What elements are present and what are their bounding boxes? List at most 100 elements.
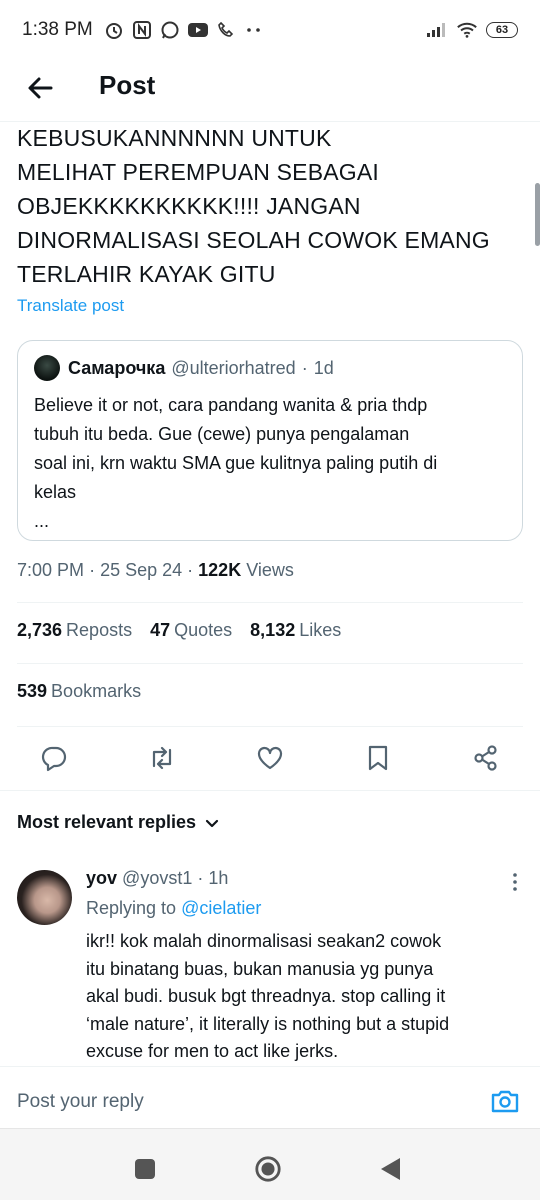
divider	[0, 790, 540, 791]
reposts-count: 2,736	[17, 620, 63, 640]
divider	[17, 663, 523, 664]
post-action-bar	[0, 728, 540, 788]
status-right: 63	[426, 19, 518, 41]
quoted-text-line: soal ini, krn waktu SMA gue kulitnya pal…	[34, 453, 438, 473]
chevron-down-icon	[205, 819, 219, 827]
quoted-post-age: 1d	[313, 357, 334, 378]
separator-dot: ·	[197, 868, 204, 888]
tweet-text-line: OBJEKKKKKKKKKK!!!! JANGAN	[17, 193, 361, 219]
share-button[interactable]	[470, 742, 502, 774]
quoted-author-handle[interactable]: @ulteriorhatred	[171, 358, 295, 379]
battery-icon: 63	[486, 22, 518, 38]
recents-button[interactable]	[131, 1155, 159, 1183]
circle-icon	[255, 1156, 281, 1182]
wifi-icon	[456, 19, 478, 41]
quoted-post-card[interactable]: Самарочка @ulteriorhatred · 1d Believe i…	[17, 340, 523, 541]
post-meta-line: 7:00 PM · 25 Sep 24 · 122K Views	[17, 560, 294, 581]
scrollbar-thumb[interactable]	[535, 183, 540, 246]
top-app-bar: Post	[0, 60, 540, 122]
quotes-label: Quotes	[174, 620, 233, 640]
quoted-post-text: Believe it or not, cara pandang wanita &…	[34, 391, 506, 536]
reply-input[interactable]: Post your reply	[17, 1091, 144, 1113]
reply-age: 1h	[208, 868, 229, 888]
reposts-stat[interactable]: 2,736 Reposts	[17, 620, 132, 641]
bookmarks-count: 539	[17, 681, 48, 701]
share-icon	[474, 745, 497, 771]
nfc-icon	[131, 19, 153, 41]
home-button[interactable]	[254, 1155, 282, 1183]
reply-author-handle[interactable]: @yovst1	[122, 868, 192, 888]
reply-header: yov @yovst1 · 1h	[86, 868, 228, 889]
whatsapp-icon	[159, 19, 181, 41]
views-label: Views	[246, 560, 294, 580]
divider	[17, 602, 523, 603]
separator-dot: ·	[187, 560, 199, 580]
bookmark-icon	[368, 745, 388, 771]
quoted-post-header: Самарочка @ulteriorhatred · 1d	[34, 355, 506, 381]
quotes-count: 47	[150, 620, 171, 640]
camera-button[interactable]	[490, 1087, 520, 1120]
repost-button[interactable]	[146, 742, 178, 774]
alarm-icon	[103, 19, 125, 41]
replies-sort-label: Most relevant replies	[17, 812, 197, 832]
avatar[interactable]	[34, 355, 60, 381]
reply-button[interactable]	[38, 742, 70, 774]
replies-sort-dropdown[interactable]: Most relevant replies	[17, 812, 220, 833]
youtube-icon	[187, 19, 209, 41]
reply-text: ikr!! kok malah dinormalisasi seakan2 co…	[86, 928, 526, 1066]
reposts-label: Reposts	[66, 620, 133, 640]
triangle-back-icon	[381, 1158, 400, 1180]
avatar[interactable]	[17, 870, 72, 925]
tweet-text-line: MELIHAT PEREMPUAN SEBAGAI	[17, 159, 380, 185]
quoted-text-line: kelas	[34, 482, 77, 502]
translate-post-link[interactable]: Translate post	[17, 296, 124, 316]
system-navigation-bar	[0, 1128, 540, 1200]
tweet-text-line: TERLAHIR KAYAK GITU	[17, 261, 276, 287]
bookmarks-stat[interactable]: 539 Bookmarks	[17, 681, 141, 702]
replying-to-handle[interactable]: @cielatier	[181, 898, 261, 918]
status-bar: 1:38 PM 63	[0, 0, 540, 60]
likes-label: Likes	[299, 620, 342, 640]
status-time: 1:38 PM	[22, 19, 93, 40]
tweet-text: KEBUSUKANNNNNN UNTUK MELIHAT PEREMPUAN S…	[17, 121, 527, 291]
separator-dot: ·	[301, 357, 308, 378]
repost-icon	[152, 746, 172, 770]
bookmark-button[interactable]	[362, 742, 394, 774]
back-button[interactable]	[22, 70, 58, 106]
more-options-button[interactable]	[512, 872, 518, 897]
reply-text-line: ikr!! kok malah dinormalisasi seakan2 co…	[86, 931, 442, 951]
reply-item[interactable]: yov @yovst1 · 1h Replying to @cielatier …	[0, 862, 540, 1067]
more-vertical-icon	[513, 873, 517, 891]
reply-author-name[interactable]: yov	[86, 868, 117, 888]
engagement-stats: 2,736 Reposts 47 Quotes 8,132 Likes	[17, 620, 341, 641]
bookmarks-label: Bookmarks	[51, 681, 142, 701]
reply-composer: Post your reply	[0, 1066, 540, 1128]
quoted-text-line: Believe it or not, cara pandang wanita &…	[34, 395, 428, 415]
status-left: 1:38 PM	[22, 19, 265, 41]
reply-text-line: itu binatang buas, bukan manusia yg puny…	[86, 958, 434, 979]
like-button[interactable]	[254, 742, 286, 774]
reply-icon	[41, 746, 67, 772]
signal-icon	[426, 19, 448, 41]
divider	[17, 726, 523, 727]
post-time[interactable]: 7:00 PM	[17, 560, 84, 580]
quoted-text-line: ...	[34, 511, 50, 531]
tweet-text-line: KEBUSUKANNNNNN UNTUK	[17, 125, 332, 151]
separator-dot: ·	[89, 560, 101, 580]
reply-text-line: ‘male nature’, it literally is nothing b…	[86, 1013, 450, 1034]
replying-to-label: Replying to	[86, 898, 177, 918]
post-date[interactable]: 25 Sep 24	[100, 560, 182, 580]
likes-stat[interactable]: 8,132 Likes	[250, 620, 341, 641]
reply-text-line: excuse for men to act like jerks.	[86, 1041, 339, 1061]
quotes-stat[interactable]: 47 Quotes	[150, 620, 232, 641]
back-nav-button[interactable]	[376, 1155, 404, 1183]
replying-to: Replying to @cielatier	[86, 898, 261, 919]
phone-icon	[215, 19, 237, 41]
likes-count: 8,132	[250, 620, 296, 640]
quoted-text-line: tubuh itu beda. Gue (cewe) punya pengala…	[34, 424, 410, 444]
page-title: Post	[99, 70, 156, 100]
quoted-author-name[interactable]: Самарочка	[68, 358, 165, 379]
reply-text-line: akal budi. busuk bgt threadnya. stop cal…	[86, 986, 446, 1006]
square-icon	[135, 1159, 155, 1179]
arrow-left-icon	[28, 77, 53, 99]
